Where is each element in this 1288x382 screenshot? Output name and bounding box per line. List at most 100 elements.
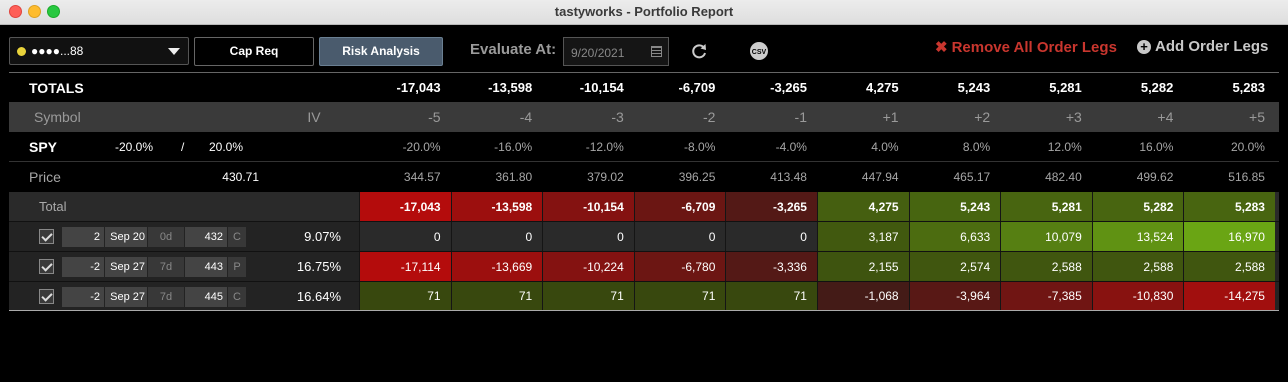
leg-pl-value: -6,780: [633, 252, 726, 281]
leg-row: -2 Sep 27 7d 445 C 16.64% 71 71 71 71 71 -1,0…: [9, 281, 1279, 311]
leg-expiration[interactable]: Sep 27: [105, 257, 147, 277]
leg-pl-value: 2,574: [908, 252, 1001, 281]
add-legs-label: Add Order Legs: [1155, 38, 1269, 55]
leg-expiration[interactable]: Sep 27: [105, 287, 147, 307]
step-header: -3: [611, 109, 624, 125]
column-header-row: Symbol IV -5 -4 -3 -2 -1 +1 +2 +3 +4 +5: [9, 102, 1279, 132]
leg-qty[interactable]: -2: [62, 287, 104, 307]
step-header: +4: [1157, 109, 1174, 125]
leg-checkbox[interactable]: [39, 259, 54, 274]
leg-checkbox[interactable]: [39, 229, 54, 244]
risk-analysis-button[interactable]: Risk Analysis: [319, 37, 443, 66]
range-high[interactable]: 20.0%: [209, 132, 269, 161]
leg-pl-value: 0: [450, 222, 543, 251]
evaluate-date-value: 9/20/2021: [571, 46, 625, 60]
leg-pl-value: 13,524: [1091, 222, 1184, 251]
leg-qty[interactable]: -2: [62, 257, 104, 277]
totals-value: 5,282: [1140, 80, 1174, 95]
scenario-pct: -12.0%: [585, 139, 624, 154]
scenario-pct: -8.0%: [684, 139, 716, 154]
leg-row: 2 Sep 20 0d 432 C 9.07% 0 0 0 0 0 3,187 6,633 1…: [9, 221, 1279, 251]
scenario-price: 396.25: [678, 170, 716, 184]
leg-pl-value: -10,224: [542, 252, 634, 281]
title-bar: tastyworks - Portfolio Report: [0, 0, 1288, 25]
leg-pl-value: 2,588: [1183, 252, 1275, 281]
totals-value: -3,265: [770, 80, 807, 95]
total-pl-value: -6,709: [633, 192, 726, 221]
leg-pl-value: 71: [359, 282, 451, 310]
totals-value: 5,281: [1049, 80, 1082, 95]
scenario-pct: -4.0%: [775, 139, 807, 154]
evaluate-at-label: Evaluate At:: [470, 41, 557, 58]
total-pl-row: Total -17,043 -13,598 -10,154 -6,709 -3,265 4…: [9, 192, 1279, 221]
step-header: -1: [794, 109, 807, 125]
evaluate-date-field[interactable]: 9/20/2021: [563, 37, 669, 66]
scenario-price: 499.62: [1136, 170, 1174, 184]
close-icon: ✖: [935, 39, 948, 56]
calendar-icon[interactable]: [651, 46, 662, 57]
leg-qty[interactable]: 2: [62, 227, 104, 247]
leg-pl-value: -3,336: [725, 252, 817, 281]
step-header: +1: [882, 109, 899, 125]
leg-strike[interactable]: 445: [185, 287, 227, 307]
totals-value: 4,275: [866, 80, 899, 95]
leg-iv: 16.75%: [296, 259, 341, 274]
underlying-row: SPY -20.0% / 20.0% -20.0% -16.0% -12.0% -8.…: [9, 132, 1279, 162]
leg-dte: 0d: [148, 227, 184, 247]
leg-expiration[interactable]: Sep 20: [105, 227, 147, 247]
account-number: ●●●●...88: [31, 44, 84, 58]
csv-export-icon[interactable]: CSV: [749, 41, 769, 61]
scenario-price: 361.80: [495, 170, 533, 184]
total-pl-value: 5,283: [1183, 192, 1275, 221]
plus-circle-icon: +: [1137, 40, 1151, 54]
total-pl-value: -10,154: [542, 192, 634, 221]
leg-pl-value: 71: [542, 282, 634, 310]
leg-pl-value: -3,964: [908, 282, 1001, 310]
scenario-pct: 8.0%: [962, 139, 991, 154]
leg-iv: 9.07%: [304, 229, 341, 244]
leg-pl-value: 0: [725, 222, 817, 251]
step-header: +3: [1065, 109, 1082, 125]
step-header: -4: [519, 109, 533, 125]
refresh-icon[interactable]: [690, 42, 708, 60]
underlying-symbol: SPY: [29, 138, 58, 155]
leg-checkbox[interactable]: [39, 289, 54, 304]
leg-pl-value: 71: [450, 282, 543, 310]
scenario-price: 344.57: [403, 170, 441, 184]
totals-value: -17,043: [396, 80, 441, 95]
remove-all-order-legs-button[interactable]: ✖ Remove All Order Legs: [935, 38, 1117, 56]
cap-req-button[interactable]: Cap Req: [194, 37, 314, 66]
leg-pl-value: -17,114: [359, 252, 451, 281]
leg-type[interactable]: C: [228, 287, 246, 307]
leg-dte: 7d: [148, 287, 184, 307]
leg-pl-value: -13,669: [450, 252, 543, 281]
iv-header: IV: [307, 109, 321, 125]
range-low[interactable]: -20.0%: [115, 132, 175, 161]
total-label: Total: [39, 199, 67, 214]
totals-value: -13,598: [488, 80, 533, 95]
scenario-pct: 12.0%: [1047, 139, 1082, 154]
totals-value: -6,709: [678, 80, 716, 95]
step-header: +2: [974, 109, 991, 125]
account-selector[interactable]: ●●●●...88: [9, 37, 189, 65]
window-title: tastyworks - Portfolio Report: [554, 4, 734, 19]
add-order-legs-button[interactable]: + Add Order Legs: [1137, 38, 1268, 55]
step-header: -2: [702, 109, 716, 125]
leg-pl-value: 2,588: [1000, 252, 1092, 281]
totals-row: TOTALS -17,043 -13,598 -10,154 -6,709 -3,265…: [9, 72, 1279, 102]
leg-type[interactable]: C: [228, 227, 246, 247]
totals-value: 5,243: [957, 80, 991, 95]
leg-pl-value: 71: [725, 282, 817, 310]
leg-strike[interactable]: 432: [185, 227, 227, 247]
scenario-price: 482.40: [1045, 170, 1082, 184]
csv-icon-label: CSV: [752, 49, 767, 56]
leg-type[interactable]: P: [228, 257, 246, 277]
step-header: +5: [1249, 109, 1265, 125]
totals-value: -10,154: [579, 80, 624, 95]
scenario-price: 379.02: [587, 170, 624, 184]
scenario-pct: 20.0%: [1230, 139, 1265, 154]
price-row: Price 430.71 344.57 361.80 379.02 396.25 413…: [9, 162, 1279, 192]
leg-strike[interactable]: 443: [185, 257, 227, 277]
leg-pl-value: 0: [359, 222, 451, 251]
totals-label: TOTALS: [29, 79, 84, 96]
